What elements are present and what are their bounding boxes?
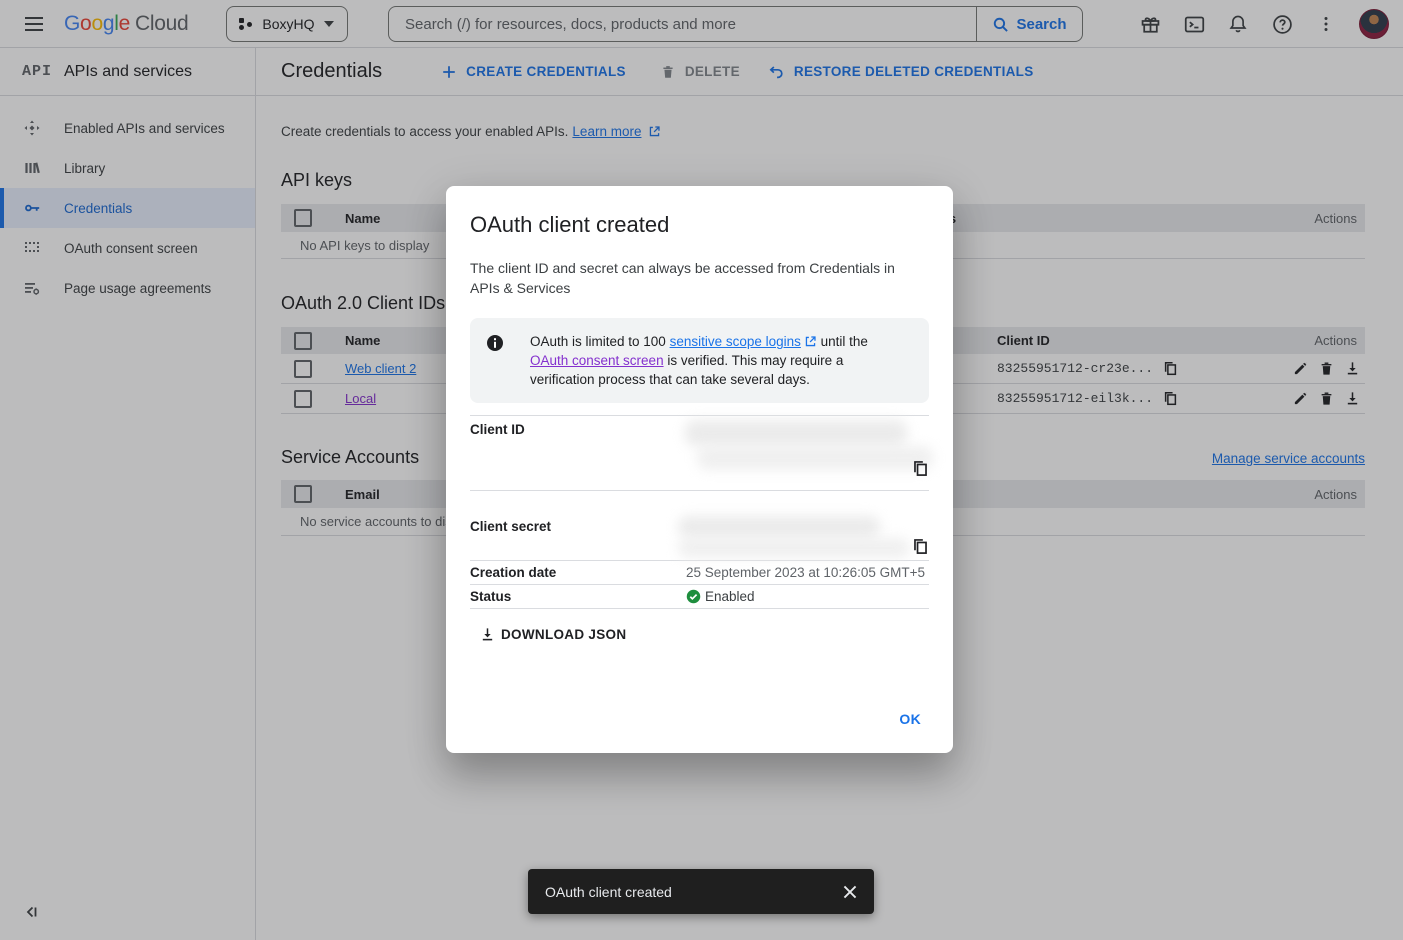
download-json-button[interactable]: DOWNLOAD JSON bbox=[480, 621, 626, 647]
ok-button[interactable]: OK bbox=[891, 705, 929, 733]
oauth-consent-screen-link[interactable]: OAuth consent screen bbox=[530, 353, 664, 368]
notice-text: until the bbox=[817, 334, 868, 349]
notice-text: OAuth is limited to 100 bbox=[530, 334, 670, 349]
copy-client-secret-icon[interactable] bbox=[912, 538, 929, 555]
redacted-client-id bbox=[697, 446, 933, 470]
check-circle-icon bbox=[686, 589, 701, 604]
creation-date-value: 25 September 2023 at 10:26:05 GMT+5 bbox=[686, 565, 929, 580]
client-id-label: Client ID bbox=[470, 422, 525, 437]
redacted-client-id bbox=[685, 420, 907, 446]
dialog-subtitle: The client ID and secret can always be a… bbox=[470, 258, 920, 298]
status-row: Status Enabled bbox=[470, 585, 929, 609]
oauth-client-created-dialog: OAuth client created The client ID and s… bbox=[446, 186, 953, 753]
creation-date-row: Creation date 25 September 2023 at 10:26… bbox=[470, 561, 929, 585]
download-icon bbox=[480, 627, 495, 642]
download-json-label: DOWNLOAD JSON bbox=[501, 627, 626, 642]
creation-date-label: Creation date bbox=[470, 565, 686, 580]
external-link-icon bbox=[804, 335, 817, 348]
client-secret-label: Client secret bbox=[470, 519, 551, 534]
status-label: Status bbox=[470, 589, 686, 604]
redacted-client-secret bbox=[678, 516, 880, 538]
dialog-title: OAuth client created bbox=[470, 210, 929, 240]
status-value: Enabled bbox=[705, 589, 755, 604]
copy-client-id-icon[interactable] bbox=[912, 460, 929, 477]
close-icon[interactable] bbox=[840, 882, 860, 902]
redacted-client-secret bbox=[678, 538, 910, 558]
toast-message: OAuth client created bbox=[545, 884, 840, 900]
info-icon bbox=[486, 334, 504, 352]
snackbar-toast: OAuth client created bbox=[528, 869, 874, 914]
sensitive-scope-logins-link[interactable]: sensitive scope logins bbox=[670, 334, 801, 349]
oauth-limit-notice: OAuth is limited to 100 sensitive scope … bbox=[470, 318, 929, 403]
